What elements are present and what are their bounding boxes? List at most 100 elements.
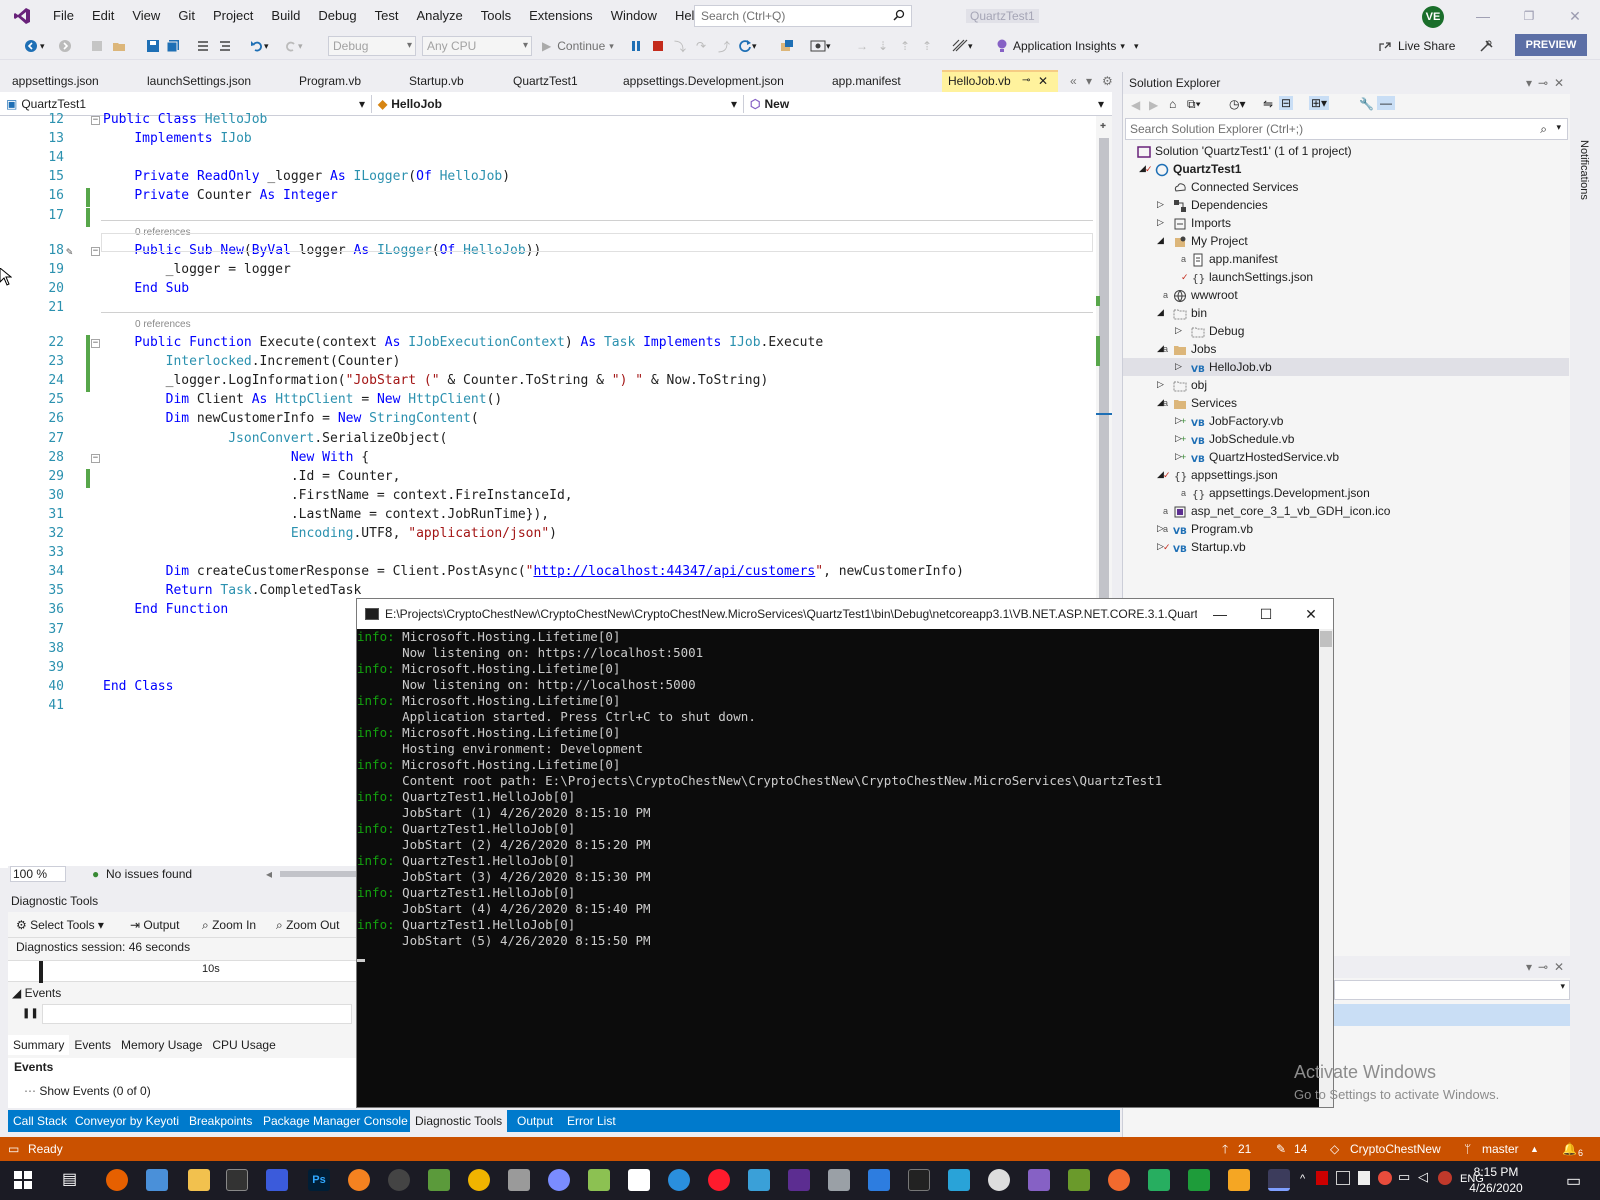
tab-diagnostic-tools[interactable]: Diagnostic Tools — [410, 1110, 508, 1132]
app-icon[interactable] — [1028, 1169, 1050, 1191]
app-icon[interactable] — [428, 1169, 450, 1191]
collapse-all-icon[interactable]: ⊟ — [1279, 96, 1294, 110]
branch-up-icon[interactable]: ▲ — [1530, 1137, 1539, 1161]
configuration-select[interactable]: Debug — [328, 36, 416, 56]
pencil-icon[interactable]: ✎ — [1276, 1137, 1286, 1161]
application-insights-button[interactable]: Application Insights ▾ — [996, 36, 1125, 56]
photoshop-icon[interactable]: Ps — [308, 1169, 330, 1191]
zoom-select[interactable]: 100 % — [10, 866, 66, 882]
system-clock[interactable]: 8:15 PM 4/26/2020 — [1466, 1164, 1526, 1196]
expand-toggle-icon[interactable]: ▷ — [1175, 325, 1182, 336]
quick-action-icon[interactable]: ✎ — [66, 245, 73, 258]
app-icon[interactable] — [668, 1169, 690, 1191]
windows-start-icon[interactable] — [14, 1171, 32, 1189]
branch-icon[interactable]: ᛘ — [1464, 1137, 1471, 1161]
code-line[interactable]: Public Function Execute(context As IJobE… — [103, 335, 823, 350]
panel-pin-icon[interactable]: ⊸ — [1538, 72, 1548, 94]
app-icon[interactable] — [748, 1169, 770, 1191]
tree-item[interactable]: Solution 'QuartzTest1' (1 of 1 project) — [1137, 142, 1352, 160]
sync-icon[interactable]: ⇋ — [1263, 97, 1273, 111]
tree-item[interactable]: VB HelloJob.vb — [1191, 358, 1272, 376]
tree-item[interactable]: Debug — [1191, 322, 1244, 340]
code-line[interactable]: End Function — [103, 602, 228, 617]
volume-icon[interactable]: ◁ — [1418, 1169, 1428, 1185]
comment-icon[interactable] — [196, 36, 210, 56]
minimize-icon[interactable]: — — [1460, 0, 1506, 32]
tree-item[interactable]: a {} appsettings.Development.json — [1181, 484, 1370, 502]
menu-debug[interactable]: Debug — [309, 0, 365, 32]
tab-breakpoints[interactable]: Breakpoints — [184, 1110, 257, 1132]
h-scroll-left-icon[interactable]: ◂ — [266, 866, 272, 882]
tree-item[interactable]: My Project — [1173, 232, 1248, 250]
code-line[interactable]: Dim newCustomerInfo = New StringContent( — [103, 411, 479, 426]
step-into-icon[interactable]: ⤵ — [674, 36, 686, 56]
tree-item[interactable]: a VB Program.vb — [1163, 520, 1253, 538]
up-arrow-icon[interactable]: 🡑 — [1222, 1137, 1228, 1161]
show-events-link[interactable]: ⋯ Show Events (0 of 0) — [24, 1084, 151, 1098]
tab-output[interactable]: Output — [512, 1110, 558, 1132]
code-line[interactable]: Return Task.CompletedTask — [103, 583, 362, 598]
menu-git[interactable]: Git — [169, 0, 204, 32]
tab-appsettings-development-json[interactable]: appsettings.Development.json — [617, 70, 784, 92]
code-line[interactable]: Private ReadOnly _logger As ILogger(Of H… — [103, 169, 510, 184]
console-minimize-icon[interactable]: — — [1197, 599, 1243, 629]
feedback-icon[interactable] — [1478, 36, 1494, 56]
save-all-icon[interactable] — [166, 36, 180, 56]
expand-toggle-icon[interactable]: ▷ — [1157, 379, 1164, 390]
console-taskbar-icon[interactable] — [1268, 1169, 1290, 1191]
pin-icon[interactable]: ⊸ — [1022, 72, 1030, 90]
tab-hellojob-vb[interactable]: HelloJob.vb ⊸ ✕ — [942, 70, 1058, 92]
app-icon[interactable] — [828, 1169, 850, 1191]
screenshot-icon[interactable]: ▾ — [810, 36, 831, 56]
tab-conveyor[interactable]: Conveyor by Keyoti — [70, 1110, 184, 1132]
props-close-icon[interactable]: ✕ — [1554, 960, 1564, 974]
tray-app-icon[interactable] — [1316, 1171, 1328, 1185]
opera-icon[interactable] — [708, 1169, 730, 1191]
expand-toggle-icon[interactable]: ▷ — [1157, 217, 1164, 228]
expand-toggle-icon[interactable]: ▷ — [1175, 361, 1182, 372]
tab-quartztest1[interactable]: QuartzTest1 — [507, 70, 578, 92]
tray-app-icon[interactable] — [1438, 1171, 1452, 1185]
tree-item[interactable]: Connected Services — [1173, 178, 1298, 196]
code-line[interactable]: JsonConvert.SerializeObject( — [103, 431, 447, 446]
pause-events-icon[interactable]: ❚❚ — [22, 1008, 39, 1019]
battery-icon[interactable] — [1358, 1171, 1370, 1185]
code-line[interactable]: Private Counter As Integer — [103, 188, 338, 203]
tab-list-icon[interactable]: ▾ — [1080, 70, 1092, 92]
se-search-options-icon[interactable]: ▾ — [1556, 122, 1561, 133]
codelens-references[interactable]: 0 references — [135, 319, 191, 330]
tab-startup-vb[interactable]: Startup.vb — [403, 70, 464, 92]
app-icon[interactable] — [388, 1169, 410, 1191]
repo-name[interactable]: CryptoChestNew — [1350, 1137, 1441, 1161]
timeline-ruler[interactable]: 10s — [8, 960, 356, 983]
file-explorer-icon[interactable] — [188, 1169, 210, 1191]
tree-item[interactable]: + VB JobSchedule.vb — [1181, 430, 1294, 448]
live-share-button[interactable]: Live Share — [1378, 36, 1455, 56]
app-icon[interactable] — [988, 1169, 1010, 1191]
network-icon[interactable]: ▭ — [1398, 1169, 1410, 1185]
restart-icon[interactable]: ▾ — [738, 36, 757, 56]
restore-icon[interactable]: ❐ — [1506, 0, 1552, 32]
se-back-icon[interactable]: ◀ — [1131, 98, 1140, 112]
code-line[interactable]: Implements IJob — [103, 131, 251, 146]
blender-icon[interactable] — [348, 1169, 370, 1191]
menu-view[interactable]: View — [123, 0, 169, 32]
tree-item[interactable]: ✓{} appsettings.json — [1163, 466, 1278, 484]
console-maximize-icon[interactable]: ☐ — [1243, 599, 1289, 629]
code-line[interactable]: .FirstName = context.FireInstanceId, — [103, 488, 573, 503]
props-dropdown-icon[interactable]: ▾ — [1526, 960, 1532, 974]
app-icon[interactable] — [468, 1169, 490, 1191]
tray-app-icon[interactable] — [1378, 1171, 1392, 1185]
tree-item[interactable]: a Jobs — [1163, 340, 1216, 358]
step-up-2-icon[interactable]: ⇡ — [922, 36, 932, 56]
redo-icon[interactable]: ▾ — [284, 36, 303, 56]
props-pin-icon[interactable]: ⊸ — [1538, 960, 1548, 974]
continue-button[interactable]: ▶ Continue ▾ — [542, 36, 614, 56]
preview-selected-icon[interactable]: — — [1377, 96, 1395, 110]
code-line[interactable]: Dim Client As HttpClient = New HttpClien… — [103, 392, 503, 407]
tree-item[interactable]: a asp_net_core_3_1_vb_GDH_icon.ico — [1163, 502, 1390, 520]
code-line[interactable]: .LastName = context.JobRunTime}), — [103, 507, 549, 522]
switch-views-icon[interactable]: ⧉▾ — [1187, 97, 1201, 112]
menu-analyze[interactable]: Analyze — [407, 0, 471, 32]
toolbar-overflow-icon[interactable]: ▾ — [1134, 36, 1139, 56]
